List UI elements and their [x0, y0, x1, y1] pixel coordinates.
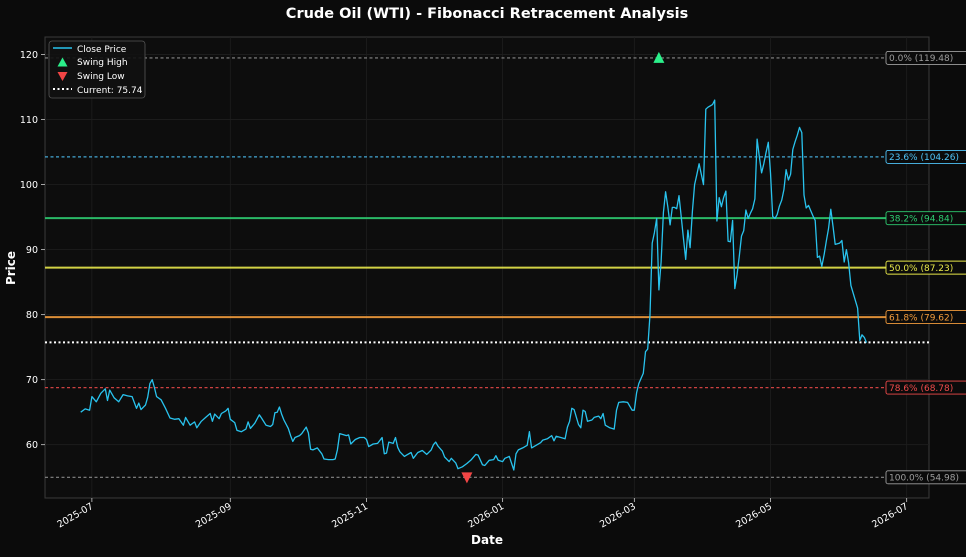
x-axis-label: Date: [471, 533, 503, 547]
legend-swing-high-label: Swing High: [77, 58, 128, 68]
legend-swing-low-label: Swing Low: [77, 72, 125, 82]
fib-level-label: 38.2% (94.84): [889, 214, 953, 224]
fib-level-label: 23.6% (104.26): [889, 153, 959, 163]
y-axis-label: Price: [4, 251, 18, 285]
legend-current-label: Current: 75.74: [77, 86, 143, 96]
y-tick-label: 110: [20, 115, 38, 126]
fib-level-label: 100.0% (54.98): [889, 474, 959, 484]
fib-level-label: 61.8% (79.62): [889, 313, 953, 323]
chart-title: Crude Oil (WTI) - Fibonacci Retracement …: [286, 6, 688, 22]
y-tick-label: 80: [26, 310, 38, 321]
fib-level-label: 50.0% (87.23): [889, 264, 953, 274]
y-tick-label: 90: [26, 245, 38, 256]
y-tick-label: 120: [20, 50, 38, 61]
legend: Close Price Swing High Swing Low Current…: [48, 40, 146, 99]
y-tick-label: 60: [26, 440, 38, 451]
y-tick-label: 70: [26, 375, 38, 386]
y-tick-label: 100: [20, 180, 38, 191]
fib-level-label: 78.6% (68.78): [889, 384, 953, 394]
legend-close-label: Close Price: [77, 45, 127, 55]
chart-canvas: 60708090100110120 2025-07 2025-09 2025-11 2…: [0, 0, 966, 553]
fib-level-label: 0.0% (119.48): [889, 54, 953, 64]
